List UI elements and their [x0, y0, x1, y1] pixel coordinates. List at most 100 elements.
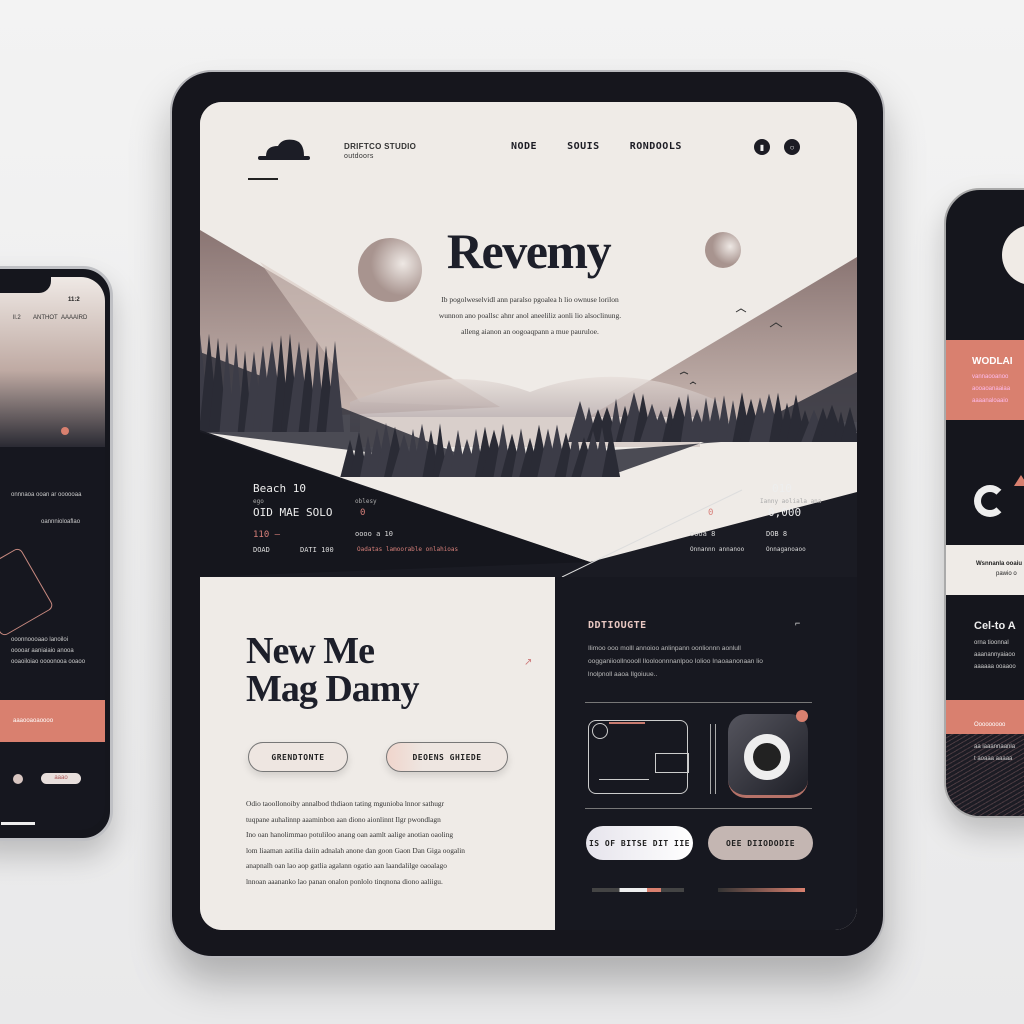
- body-line: Ino oan hanolimmao potuliloo anang oan a…: [246, 830, 454, 839]
- divider: [585, 702, 812, 703]
- phone-body-3: ooaoiloiao oooonooa ooaoo: [11, 659, 86, 665]
- hero-line: Ib pogolweselvidl ann paralso pgoalea h …: [441, 295, 619, 304]
- feature-heading-line: New Me: [246, 630, 375, 672]
- stat-left-mark: 0: [360, 508, 366, 518]
- card-illustration: [588, 720, 689, 794]
- phone-nav-2[interactable]: ANTHOT: [33, 315, 58, 321]
- footer-line: t aoaaa aaaaa: [974, 756, 1013, 762]
- phone-left-screen: 11:2 ll.2 ANTHOT AAAAIRD onnnaoa ooan ar…: [0, 277, 105, 830]
- band-title: WODLAI: [972, 356, 1013, 367]
- phone-right-line: aaaaaa ooaaoo: [974, 664, 1016, 670]
- band-line: aaaanaloaaio: [972, 398, 1009, 404]
- stat-left-sub: OID MAE SOLO: [253, 506, 333, 519]
- stat-right-row4b: Onnaganoaoo: [766, 546, 806, 553]
- divider: [585, 808, 812, 809]
- active-underline: [248, 178, 278, 180]
- accent-dot: [61, 427, 69, 435]
- hero-line: alleng aianon an oogoaqpann a mue paurul…: [461, 327, 599, 336]
- notch: [0, 277, 51, 293]
- stat-right-value: 010: [772, 482, 792, 495]
- stat-left-row4b: DATI 100: [300, 546, 334, 554]
- triangle-icon: [1014, 475, 1024, 486]
- corner-icon: ⌐: [795, 618, 801, 628]
- brand-tagline: outdoors: [344, 153, 374, 160]
- phone-right-cta[interactable]: Ooooooooo: [946, 700, 1024, 734]
- phone-row-2: oannnioloaflao: [41, 519, 81, 525]
- camera-icon: [728, 710, 808, 798]
- feature-heading-line: Mag Damy: [246, 668, 419, 710]
- dark-panel-body: Ilimoo ooo molll annoioo anlinpann oonli…: [588, 642, 818, 681]
- phone-right-strip: Wsnnanla ooaiu pawio o: [946, 545, 1024, 595]
- stat-left-label: ego: [253, 498, 264, 505]
- hero-paragraph: Ib pogolweselvidl ann paralso pgoalea h …: [380, 292, 680, 340]
- phone-left-hero: [0, 277, 105, 447]
- nav-item-souis[interactable]: SOUIS: [567, 141, 600, 152]
- stat-left-row3b: oooo a 10: [355, 530, 393, 538]
- footer-line: aa iaaannaanla: [974, 744, 1016, 750]
- brand-name: DRIFTCO STUDIO: [344, 142, 417, 151]
- band-line: aooaoanaaiaa: [972, 386, 1011, 392]
- stat-right-row3a: oooa 8: [690, 530, 716, 538]
- phone-body-2: ooooar aaniaiaio anooa: [11, 648, 74, 654]
- strip-text-2: pawio o: [996, 571, 1017, 577]
- moon-icon: [1002, 225, 1024, 285]
- muted-button[interactable]: OEE DIIODODIE: [708, 826, 813, 860]
- profile-icon[interactable]: ○: [784, 139, 800, 155]
- phone-pill[interactable]: aaao: [41, 773, 81, 784]
- phone-cta-button[interactable]: aaaooaoaoooo: [0, 700, 105, 742]
- hero-title: Revemy: [446, 223, 612, 279]
- home-indicator: [1, 822, 35, 825]
- stat-left-row4c[interactable]: Oadatas lamoorable onlahioas: [357, 546, 458, 553]
- phone-right-heading: Cel-to A: [974, 620, 1016, 632]
- logo-icon: [258, 139, 310, 160]
- brand[interactable]: DRIFTCO STUDIO outdoors: [344, 142, 416, 162]
- stat-right-row3b: DOB 8: [766, 530, 788, 538]
- body-line: lnnoan aaananko lao panan onalon ponlolo…: [246, 876, 443, 886]
- stat-left-mark-label: oblesy: [355, 498, 377, 505]
- phone-right-footer-pattern: aa iaaannaanla t aoaaa aaaaa: [946, 734, 1024, 816]
- cta-label: Ooooooooo: [974, 722, 1006, 728]
- menu-icon[interactable]: ▮: [754, 139, 770, 155]
- status-time: 11:2: [68, 297, 80, 303]
- phone-nav-3[interactable]: AAAAIRD: [61, 315, 87, 321]
- tablet-mockup: DRIFTCO STUDIO outdoors NODE SOUIS RONDOO…: [170, 70, 885, 958]
- phone-mockup-left: 11:2 ll.2 ANTHOT AAAAIRD onnnaoa ooan ar…: [0, 266, 113, 841]
- body-line: anapnalh oan lao aop gatlia agalann ogat…: [246, 861, 447, 870]
- phone-right-band: WODLAI vannaooanoo aooaoanaaiaa aaaanalo…: [946, 340, 1024, 420]
- lens-icon: [744, 734, 790, 780]
- phone-row-1: onnnaoa ooan ar oooooaa: [11, 492, 82, 498]
- phone-mockup-right: WODLAI vannaooanoo aooaoanaaiaa aaaanalo…: [944, 188, 1024, 818]
- hero-line: wunnon ano poallsc ahnr anol aneeliliz a…: [438, 311, 622, 320]
- tablet-screen: DRIFTCO STUDIO outdoors NODE SOUIS RONDOO…: [200, 102, 857, 930]
- secondary-button[interactable]: DEOENS GHIEDE: [386, 742, 508, 772]
- body-line: lom liaaman aatilia daiin adnalah anone …: [246, 845, 465, 855]
- arrow-up-right-icon: ↗: [524, 657, 533, 668]
- slider-rail: [710, 724, 716, 794]
- body-line: Ilimoo ooo molll annoioo anlinpann oonli…: [588, 645, 741, 652]
- avatar-icon: [592, 723, 608, 739]
- body-line: lnolpnoll aaoa Ilgoiuue..: [588, 671, 658, 678]
- light-button[interactable]: IS OF BITSE DIT IIE: [586, 826, 693, 860]
- stat-right-sub: 0,000: [768, 506, 802, 519]
- phone-body-1: ooonnoooaao lanoiloi: [11, 637, 69, 643]
- stat-right-mark: 0: [708, 508, 714, 518]
- feature-body: Odio taoollonoiby annalbod thdiaon tatin…: [246, 796, 511, 889]
- nav-item-rondools[interactable]: RONDOOLS: [630, 141, 682, 152]
- feature-heading: New Me Mag Damy: [246, 630, 419, 710]
- phone-nav-1[interactable]: ll.2: [13, 315, 21, 321]
- crescent-icon: [974, 485, 1006, 517]
- phone-right-line: aaanannyaiaoo: [974, 652, 1016, 658]
- stat-left-value: Beach 10: [253, 482, 306, 495]
- radio-icon[interactable]: [13, 774, 23, 784]
- nav-item-node[interactable]: NODE: [511, 141, 537, 152]
- strip-text: Wsnnanla ooaiu: [976, 561, 1023, 567]
- body-line: oogganiioollnoooll Ilooloonnnanlpoo Ioli…: [588, 658, 763, 665]
- primary-button[interactable]: GRENDTONTE: [248, 742, 348, 772]
- dark-panel-heading: DDTIOUGTE: [588, 620, 647, 631]
- band-line: vannaooanoo: [972, 374, 1009, 380]
- progress-bar-1: [592, 888, 684, 892]
- phone-right-line: orna tioonnal: [974, 640, 1009, 646]
- progress-bar-2: [718, 888, 805, 892]
- stat-right-row4a: Onnannn annanoo: [690, 546, 745, 553]
- main-nav: NODE SOUIS RONDOOLS: [511, 141, 682, 152]
